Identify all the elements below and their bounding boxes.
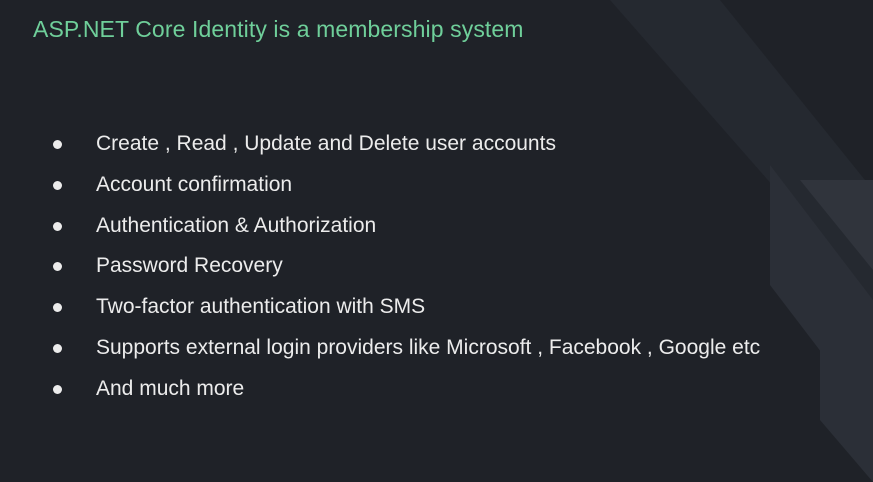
bullet-text: Supports external login providers like M… xyxy=(96,335,761,359)
bullet-icon xyxy=(53,180,62,190)
bullet-text: Two-factor authentication with SMS xyxy=(96,295,426,319)
bullet-icon xyxy=(53,221,62,231)
bullet-text: Account confirmation xyxy=(96,172,293,196)
bullet-icon xyxy=(53,343,62,353)
bullet-text: Password Recovery xyxy=(96,254,283,278)
bullet-text: And much more xyxy=(96,376,245,400)
slide: ASP.NET Core Identity is a membership sy… xyxy=(0,0,873,482)
bullet-text: Authentication & Authorization xyxy=(96,213,377,237)
bullet-icon xyxy=(53,384,62,394)
bullet-text: Create , Read , Update and Delete user a… xyxy=(96,132,556,155)
slide-title: ASP.NET Core Identity is a membership sy… xyxy=(33,16,524,42)
bullet-icon xyxy=(53,140,62,149)
